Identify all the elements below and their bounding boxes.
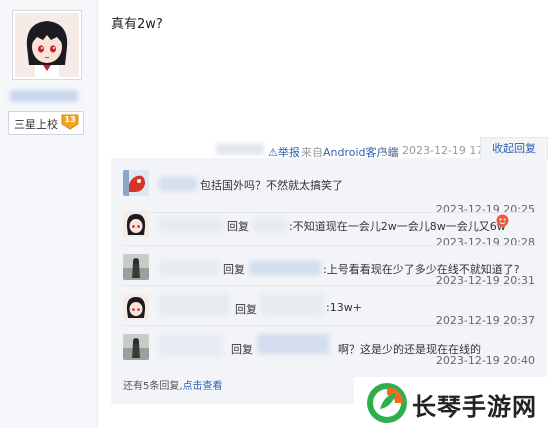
brand-logo-icon — [367, 383, 407, 423]
anime-girl-avatar-icon — [15, 13, 79, 77]
site-watermark: 长琴手游网 — [354, 377, 554, 428]
photo-avatar-icon — [123, 334, 149, 360]
reply-avatar[interactable] — [123, 294, 149, 320]
emoji-icon — [496, 214, 509, 230]
reply-time: 2023-12-19 20:40 — [435, 354, 535, 367]
reply-prefix: 回复 — [223, 263, 245, 276]
reply-user-blurred[interactable] — [159, 334, 223, 356]
more-replies-text: 还有5条回复, — [123, 381, 183, 392]
reply-prefix: 回复 — [227, 220, 249, 233]
rank-badge: 三星上校 13 — [8, 111, 84, 135]
collapse-replies-button[interactable]: 收起回复 — [480, 137, 548, 160]
divider — [123, 325, 535, 326]
reply-item: 回复 :13w+ 2023-12-19 20:37 — [123, 294, 535, 334]
photo-avatar-icon — [123, 254, 149, 280]
reply-avatar[interactable] — [123, 254, 149, 280]
reply-item: 回复 :上号看看现在少了多少在线不就知道了? 2023-12-19 20:31 — [123, 254, 535, 294]
rank-level-icon: 13 — [60, 114, 80, 130]
reply-prefix: 回复 — [231, 343, 253, 356]
reply-avatar[interactable] — [123, 170, 149, 196]
meta-blurred — [216, 143, 264, 155]
reply-text: :不知道现在一会儿2w一会儿8w一会儿又6w — [289, 220, 506, 233]
view-more-link[interactable]: 点击查看 — [183, 381, 223, 392]
reply-avatar[interactable] — [123, 334, 149, 360]
anime-girl-avatar-icon — [123, 294, 149, 320]
reply-item: 回复 啊？这是少的还是现在在线的 2023-12-19 20:40 — [123, 334, 535, 374]
reply-item: 包括国外吗？不然就太搞笑了 2023-12-19 20:25 — [123, 170, 535, 216]
more-replies: 还有5条回复,点击查看 — [123, 377, 223, 392]
author-name-blurred[interactable] — [10, 90, 78, 102]
reply-user-blurred[interactable] — [159, 294, 229, 316]
reply-target-blurred[interactable] — [253, 218, 287, 232]
rank-label: 三星上校 — [14, 118, 58, 131]
reply-target-blurred[interactable] — [261, 294, 323, 316]
divider — [123, 285, 535, 286]
watermark-text: 长琴手游网 — [412, 393, 537, 421]
reply-target-blurred[interactable] — [249, 261, 321, 275]
reply-time: 2023-12-19 20:28 — [435, 236, 535, 249]
reply-user-blurred[interactable] — [159, 218, 223, 232]
divider — [123, 245, 535, 246]
post-content: 真有2w? — [111, 17, 163, 32]
reply-user-blurred[interactable] — [159, 177, 197, 191]
reply-target-blurred[interactable] — [257, 334, 329, 354]
reply-user-blurred[interactable] — [159, 261, 219, 275]
reply-prefix: 回复 — [235, 303, 257, 316]
author-sidebar: 三星上校 13 — [0, 0, 98, 428]
reply-avatar[interactable] — [123, 211, 149, 237]
reply-text: :13w+ — [326, 301, 362, 314]
rank-level: 13 — [64, 115, 76, 124]
reply-panel: 包括国外吗？不然就太搞笑了 2023-12-19 20:25 回复 :不知道现在… — [111, 158, 547, 404]
author-avatar[interactable] — [12, 10, 82, 80]
reply-text: 包括国外吗？不然就太搞笑了 — [200, 179, 343, 192]
anime-girl-avatar-icon — [123, 211, 149, 237]
red-bird-avatar-icon — [123, 170, 149, 196]
